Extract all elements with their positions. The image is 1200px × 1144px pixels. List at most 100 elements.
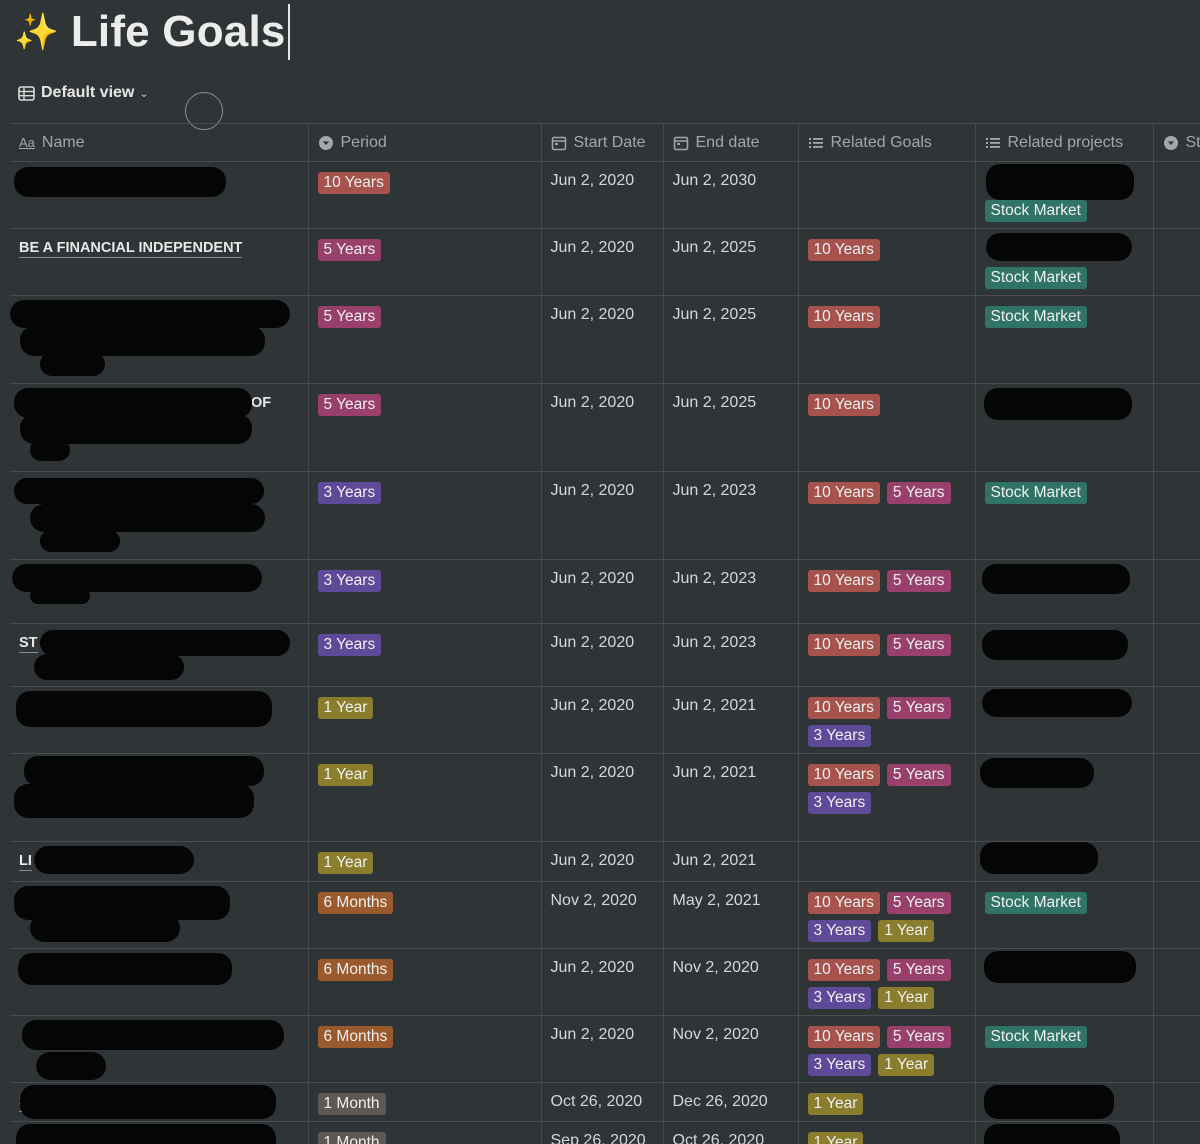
tag-3-years[interactable]: 3 Years [317,634,382,656]
related-projects-cell[interactable] [974,623,1154,687]
end-date-cell[interactable]: Oct 26, 2020 [662,1121,799,1144]
status-cell[interactable] [1152,295,1200,384]
tag-5-years[interactable]: 5 Years [317,239,382,261]
tag-3-years[interactable]: 3 Years [317,482,382,504]
table-row[interactable]: OF 5 Years Jun 2, 2020 Jun 2, 2025 10 Years [10,383,1200,472]
tag-1-year[interactable]: 1 Year [317,697,374,719]
start-date-cell[interactable]: Jun 2, 2020 [540,383,664,472]
name-cell[interactable]: OF [10,383,309,472]
tag-10-years[interactable]: 10 Years [807,239,880,261]
start-date-cell[interactable]: Jun 2, 2020 [540,295,664,384]
goal-name[interactable]: LI [19,852,32,871]
status-cell[interactable] [1152,753,1200,842]
period-cell[interactable]: 6 Months [307,881,542,949]
status-cell[interactable] [1152,161,1200,229]
period-cell[interactable]: 5 Years [307,228,542,296]
column-header-related-projects[interactable]: Related projects [974,123,1154,162]
tag-10-years[interactable]: 10 Years [807,892,880,914]
end-date-cell[interactable]: Dec 26, 2020 [662,1082,799,1122]
tag-stock-market[interactable]: Stock Market [984,892,1087,914]
period-cell[interactable]: 10 Years [307,161,542,229]
name-cell[interactable]: S [10,1121,309,1144]
tag-10-years[interactable]: 10 Years [807,1026,880,1048]
tag-stock-market[interactable]: Stock Market [984,306,1087,328]
start-date-cell[interactable]: Jun 2, 2020 [540,753,664,842]
start-date-cell[interactable]: Jun 2, 2020 [540,228,664,296]
tag-5-years[interactable]: 5 Years [317,306,382,328]
page-title[interactable]: Life Goals [71,7,286,57]
related-projects-cell[interactable] [974,686,1154,754]
period-cell[interactable]: 1 Month [307,1082,542,1122]
related-projects-cell[interactable] [974,841,1154,882]
status-cell[interactable] [1152,623,1200,687]
tag-5-years[interactable]: 5 Years [317,394,382,416]
period-cell[interactable]: 1 Year [307,753,542,842]
related-projects-cell[interactable] [974,1082,1154,1122]
related-projects-cell[interactable] [974,753,1154,842]
end-date-cell[interactable]: May 2, 2021 [662,881,799,949]
column-header-period[interactable]: Period [307,123,542,162]
table-row[interactable]: 10 Years Jun 2, 2020 Jun 2, 2030 Stock Mark… [10,161,1200,229]
start-date-cell[interactable]: Jun 2, 2020 [540,841,664,882]
status-cell[interactable] [1152,948,1200,1016]
name-cell[interactable] [10,161,309,229]
start-date-cell[interactable]: Jun 2, 2020 [540,161,664,229]
related-goals-cell[interactable]: 10 Years 5 Years [797,559,976,624]
tag-1-year[interactable]: 1 Year [317,852,374,874]
tag-3-years[interactable]: 3 Years [807,987,872,1009]
related-goals-cell[interactable]: 10 Years 5 Years 3 Years [797,753,976,842]
name-cell[interactable]: BE A FINANCIAL INDEPENDENT [10,228,309,296]
tag-1-year[interactable]: 1 Year [878,920,935,942]
end-date-cell[interactable]: Jun 2, 2023 [662,471,799,560]
tag-1-year[interactable]: 1 Year [317,764,374,786]
related-goals-cell[interactable]: 10 Years 5 Years 3 Years 1 Year [797,881,976,949]
status-cell[interactable] [1152,881,1200,949]
start-date-cell[interactable]: Jun 2, 2020 [540,623,664,687]
related-goals-cell[interactable] [797,841,976,882]
related-goals-cell[interactable]: 10 Years [797,228,976,296]
table-row[interactable]: 6 Months Jun 2, 2020 Nov 2, 2020 10 Years 5 … [10,1015,1200,1083]
tag-stock-market[interactable]: Stock Market [984,200,1087,222]
tag-5-years[interactable]: 5 Years [886,1026,951,1048]
name-cell[interactable]: M [10,295,309,384]
period-cell[interactable]: 3 Years [307,623,542,687]
related-projects-cell[interactable] [974,383,1154,472]
end-date-cell[interactable]: Nov 2, 2020 [662,1015,799,1083]
sparkles-icon[interactable]: ✨ [14,14,59,50]
tag-1-year[interactable]: 1 Year [878,987,935,1009]
tag-3-years[interactable]: 3 Years [807,920,872,942]
status-cell[interactable] [1152,228,1200,296]
end-date-cell[interactable]: Jun 2, 2025 [662,383,799,472]
table-row[interactable]: BE A FINANCIAL INDEPENDENT 5 Years Jun 2, … [10,228,1200,296]
tag-6-months[interactable]: 6 Months [317,892,394,914]
end-date-cell[interactable]: Jun 2, 2021 [662,753,799,842]
start-date-cell[interactable]: Jun 2, 2020 [540,471,664,560]
status-cell[interactable] [1152,686,1200,754]
goal-name[interactable]: BE A FINANCIAL INDEPENDENT [19,239,243,258]
tag-10-years[interactable]: 10 Years [807,697,880,719]
tag-5-years[interactable]: 5 Years [886,634,951,656]
table-row[interactable]: S 1 Month Oct 26, 2020 Dec 26, 2020 1 Year [10,1082,1200,1122]
column-header-related-goals[interactable]: Related Goals [797,123,976,162]
tag-10-years[interactable]: 10 Years [807,306,880,328]
table-row[interactable]: LI 1 Year Jun 2, 2020 Jun 2, 2021 [10,841,1200,882]
related-projects-cell[interactable]: Stock Market [974,161,1154,229]
start-date-cell[interactable]: Oct 26, 2020 [540,1082,664,1122]
name-cell[interactable]: S [10,1082,309,1122]
related-goals-cell[interactable]: 10 Years 5 Years 3 Years 1 Year [797,1015,976,1083]
end-date-cell[interactable]: Jun 2, 2025 [662,228,799,296]
column-header-end-date[interactable]: End date [662,123,799,162]
tag-6-months[interactable]: 6 Months [317,959,394,981]
end-date-cell[interactable]: Jun 2, 2023 [662,623,799,687]
end-date-cell[interactable]: Jun 2, 2023 [662,559,799,624]
related-projects-cell[interactable] [974,948,1154,1016]
status-cell[interactable] [1152,383,1200,472]
end-date-cell[interactable]: Jun 2, 2030 [662,161,799,229]
start-date-cell[interactable]: Sep 26, 2020 [540,1121,664,1144]
period-cell[interactable]: 6 Months [307,1015,542,1083]
tag-10-years[interactable]: 10 Years [807,764,880,786]
table-row[interactable]: 6 Months Nov 2, 2020 May 2, 2021 10 Years 5 … [10,881,1200,949]
tag-10-years[interactable]: 10 Years [317,172,390,194]
tag-5-years[interactable]: 5 Years [886,482,951,504]
name-cell[interactable]: LI [10,841,309,882]
